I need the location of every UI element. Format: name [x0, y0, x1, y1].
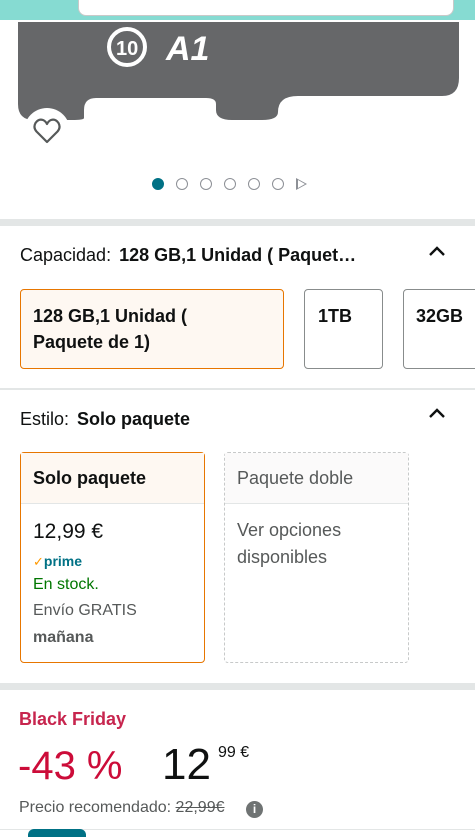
deal-badge: Black Friday	[19, 709, 127, 729]
price-whole: 12	[162, 740, 211, 789]
section-divider	[0, 219, 475, 226]
bottom-button-partial[interactable]	[28, 829, 86, 837]
heart-outline-icon	[33, 118, 61, 144]
capacity-header[interactable]: Capacidad: 128 GB,1 Unidad ( Paquet…	[20, 245, 356, 266]
chevron-up-icon[interactable]	[428, 407, 446, 419]
recommended-price-value: 22,99€	[175, 799, 225, 816]
see-options-line1: Ver opciones	[237, 520, 342, 540]
style-option-price: 12,99 €	[33, 520, 104, 543]
discount-percentage: -43 %	[18, 744, 123, 788]
style-label: Estilo:	[20, 409, 70, 429]
style-option-paquete-doble[interactable]: Paquete doble Ver opciones disponibles	[224, 452, 409, 663]
delivery-date: mañana	[33, 629, 94, 646]
product-image[interactable]: 10 A1	[0, 0, 475, 160]
prime-badge: ✓prime	[33, 553, 82, 570]
stock-status: En stock.	[33, 576, 99, 593]
carousel-indicator[interactable]	[152, 178, 307, 190]
section-divider	[0, 388, 475, 390]
capacity-option-label-line1: 128 GB,1 Unidad (	[33, 306, 188, 326]
capacity-option-32gb[interactable]: 32GB	[403, 289, 475, 369]
style-option-name: Solo paquete	[33, 468, 147, 488]
shipping-text: Envío GRATIS	[33, 602, 137, 619]
carousel-dot-5[interactable]	[248, 178, 260, 190]
style-selected-value: Solo paquete	[77, 409, 191, 429]
style-option-header: Solo paquete	[21, 453, 204, 504]
carousel-dot-6[interactable]	[272, 178, 284, 190]
play-icon[interactable]	[296, 178, 307, 190]
card-a1-logo: A1	[165, 30, 209, 68]
recommended-price-row: Precio recomendado: 22,99€	[19, 799, 224, 817]
chevron-up-icon[interactable]	[428, 245, 446, 257]
capacity-option-label: 32GB	[416, 306, 464, 326]
product-image-area: 10 A1	[0, 0, 475, 219]
capacity-label: Capacidad:	[20, 245, 112, 265]
capacity-option-128gb[interactable]: 128 GB,1 Unidad ( Paquete de 1)	[20, 289, 284, 369]
price-fraction: 99 €	[218, 744, 250, 761]
carousel-dot-3[interactable]	[200, 178, 212, 190]
capacity-selected-value: 128 GB,1 Unidad ( Paquet…	[119, 245, 357, 265]
recommended-price-label: Precio recomendado:	[19, 799, 172, 816]
svg-text:10: 10	[116, 38, 138, 60]
see-options-line2: disponibles	[237, 547, 328, 567]
prime-label: prime	[43, 553, 83, 569]
style-option-solo-paquete[interactable]: Solo paquete 12,99 € ✓prime En stock. En…	[20, 452, 205, 663]
carousel-dot-2[interactable]	[176, 178, 188, 190]
info-icon[interactable]: i	[246, 801, 263, 818]
prime-check-icon: ✓	[33, 554, 44, 569]
capacity-option-label: 1TB	[318, 306, 353, 326]
capacity-option-label-line2: Paquete de 1)	[33, 332, 151, 352]
carousel-dot-1[interactable]	[152, 178, 164, 190]
section-divider	[0, 683, 475, 690]
carousel-dot-4[interactable]	[224, 178, 236, 190]
favorite-button[interactable]	[24, 108, 70, 154]
style-option-name: Paquete doble	[237, 468, 354, 488]
capacity-option-1tb[interactable]: 1TB	[304, 289, 383, 369]
style-option-header: Paquete doble	[225, 453, 408, 504]
style-header[interactable]: Estilo: Solo paquete	[20, 409, 190, 430]
